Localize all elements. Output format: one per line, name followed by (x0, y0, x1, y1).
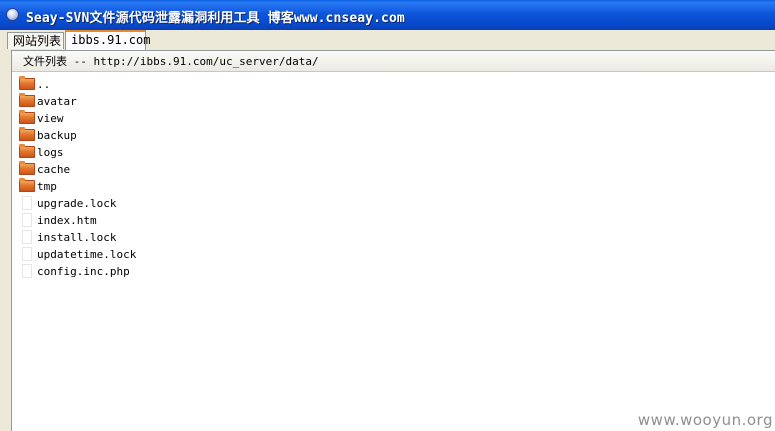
list-item[interactable]: config.inc.php (12, 263, 772, 280)
list-item-label: index.htm (37, 214, 97, 227)
tab-site-list[interactable]: 网站列表 (7, 32, 64, 49)
list-item-label: avatar (37, 95, 77, 108)
list-item[interactable]: avatar (12, 93, 772, 110)
list-item-label: .. (37, 78, 51, 91)
list-item[interactable]: updatetime.lock (12, 246, 772, 263)
tab-ibbs-91[interactable]: ibbs.91.com (65, 30, 150, 50)
list-item-label: install.lock (37, 231, 117, 244)
list-item[interactable]: cache (12, 161, 772, 178)
folder-icon (19, 110, 35, 124)
list-item-label: tmp (37, 180, 57, 193)
list-item[interactable]: index.htm (12, 212, 772, 229)
folder-icon (19, 178, 35, 192)
file-list-header: 文件列表 -- http://ibbs.91.com/uc_server/dat… (12, 51, 775, 72)
file-list: .. avatar view backup logs cache tmp upgrade.lo… (12, 76, 772, 280)
window-title: Seay-SVN文件源代码泄露漏洞利用工具 博客www.cnseay.com (26, 11, 405, 26)
list-item-label: config.inc.php (37, 265, 130, 278)
folder-icon (19, 161, 35, 175)
tab-strip: 网站列表 ibbs.91.com (0, 30, 775, 50)
list-item-label: backup (37, 129, 77, 142)
folder-icon (19, 127, 35, 141)
watermark: www.wooyun.org (637, 411, 773, 429)
file-icon (22, 213, 32, 227)
list-item[interactable]: logs (12, 144, 772, 161)
list-item[interactable]: backup (12, 127, 772, 144)
file-icon (22, 196, 32, 210)
list-item[interactable]: upgrade.lock (12, 195, 772, 212)
list-item-label: logs (37, 146, 64, 159)
list-item[interactable]: tmp (12, 178, 772, 195)
list-item-label: updatetime.lock (37, 248, 137, 261)
title-bar[interactable]: Seay-SVN文件源代码泄露漏洞利用工具 博客www.cnseay.com (0, 0, 775, 30)
list-item[interactable]: view (12, 110, 772, 127)
list-item[interactable]: .. (12, 76, 772, 93)
app-globe-icon[interactable] (6, 8, 19, 21)
folder-icon (19, 144, 35, 158)
folder-icon (19, 76, 35, 90)
file-icon (22, 247, 32, 261)
file-list-panel: 文件列表 -- http://ibbs.91.com/uc_server/dat… (11, 50, 775, 431)
list-item-label: cache (37, 163, 71, 176)
list-item-label: upgrade.lock (37, 197, 117, 210)
list-item-label: view (37, 112, 64, 125)
list-item[interactable]: install.lock (12, 229, 772, 246)
file-icon (22, 230, 32, 244)
folder-icon (19, 93, 35, 107)
file-icon (22, 264, 32, 278)
